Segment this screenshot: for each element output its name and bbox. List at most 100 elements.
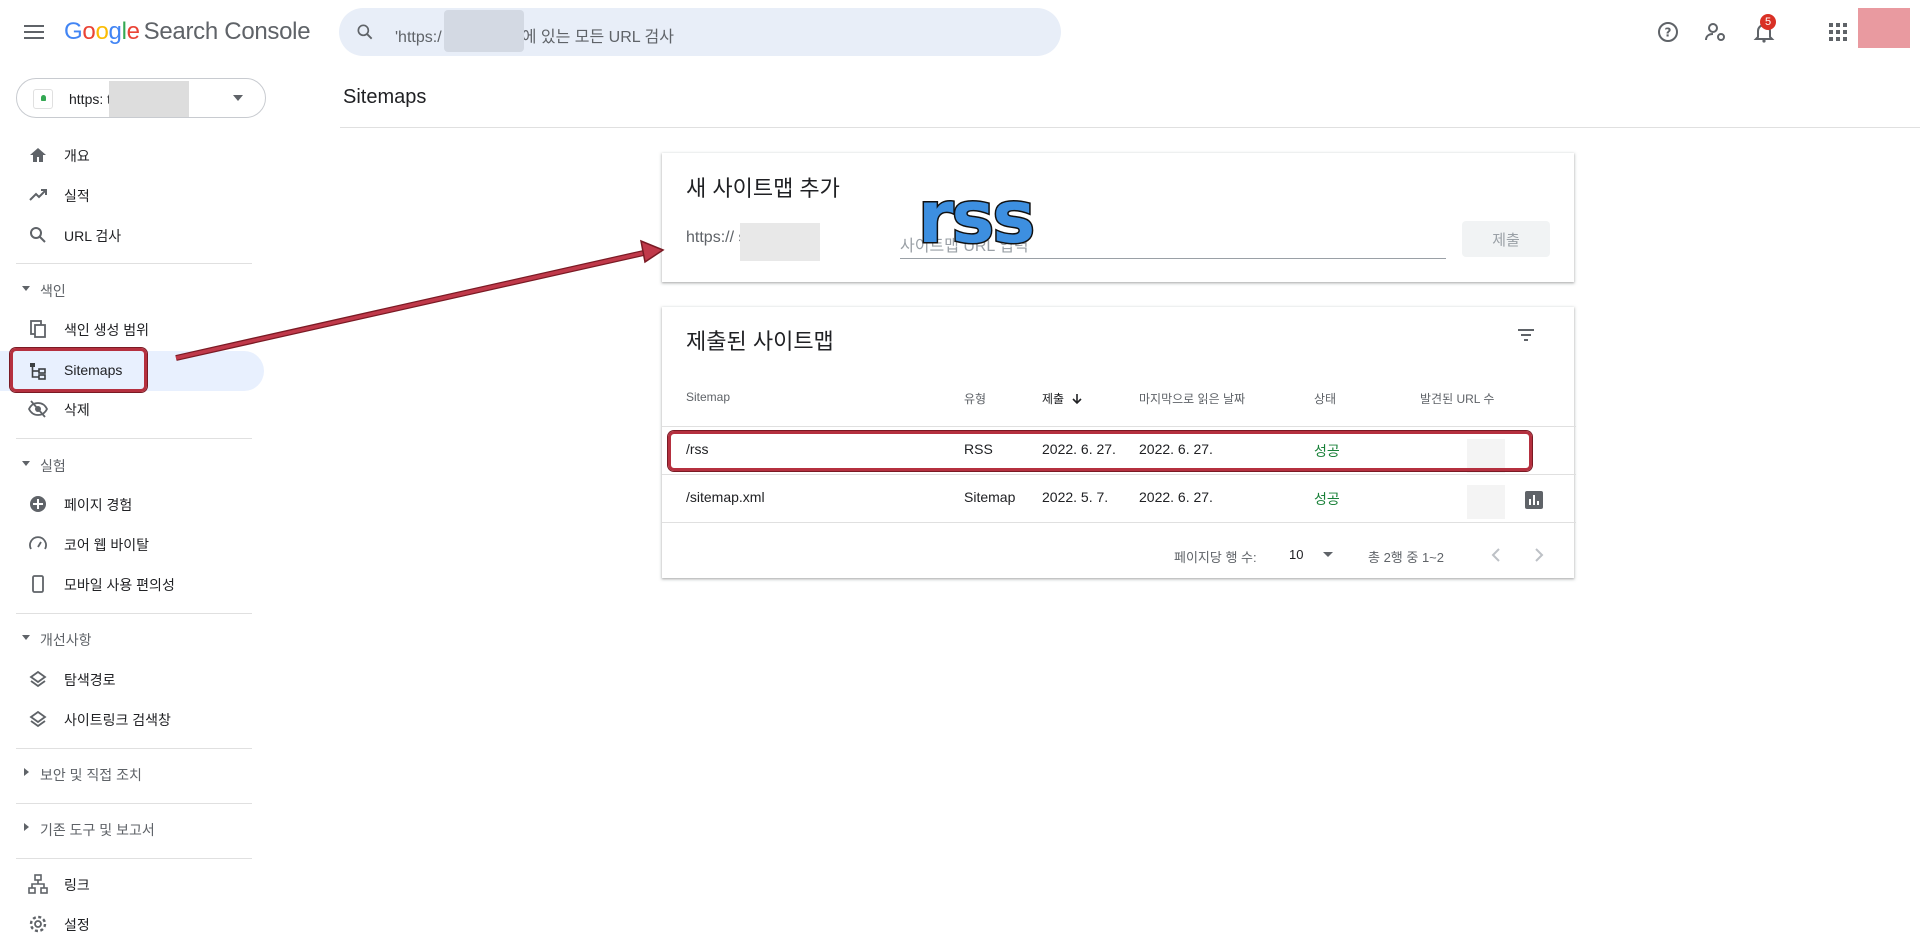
caret-right-icon [24, 768, 29, 776]
column-header-label: 제출 [1042, 392, 1065, 406]
divider [662, 474, 1576, 475]
top-app-bar: Google Search Console 'https:/ story.com/… [0, 0, 1920, 64]
logo-letter: o [95, 18, 109, 45]
chevron-left-icon[interactable] [1484, 543, 1508, 567]
chevron-down-icon [233, 95, 243, 101]
sidebar-item-coverage[interactable]: 색인 생성 범위 [16, 309, 264, 349]
card-title: 제출된 사이트맵 [686, 329, 834, 354]
rows-per-page-value: 10 [1289, 547, 1304, 562]
chevron-right-icon[interactable] [1527, 543, 1551, 567]
logo-letter: e [126, 18, 140, 45]
hamburger-menu-icon[interactable] [20, 18, 48, 46]
avatar[interactable] [1858, 8, 1910, 48]
card-title: 새 사이트맵 추가 [686, 176, 840, 201]
section-label: 실험 [40, 458, 66, 474]
rows-per-page-label: 페이지당 행 수: [1174, 550, 1257, 565]
logo-letter: o [82, 18, 96, 45]
caret-down-icon [22, 635, 30, 640]
sidebar-item-settings[interactable]: 설정 [16, 904, 264, 944]
sidebar-item-label: 페이지 경험 [64, 497, 133, 513]
chevron-down-icon [1323, 552, 1334, 557]
sidebar-item-mobile-usability[interactable]: 모바일 사용 편의성 [16, 564, 264, 604]
sidebar-item-links[interactable]: 링크 [16, 864, 264, 904]
apps-grid-icon[interactable] [1818, 12, 1858, 52]
layers-icon [29, 710, 47, 728]
notification-badge: 5 [1760, 14, 1776, 30]
sidebar-item-overview[interactable]: 개요 [16, 135, 264, 175]
property-selector[interactable]: https: to... [16, 78, 266, 118]
redacted-area [444, 10, 524, 52]
sidebar-item-page-experience[interactable]: 페이지 경험 [16, 484, 264, 524]
divider [16, 438, 252, 439]
speed-gauge-icon [29, 536, 47, 550]
page-title: Sitemaps [343, 86, 427, 108]
product-name: Search Console [143, 18, 311, 45]
home-icon [30, 148, 46, 162]
redacted-area [109, 81, 189, 117]
sidebar-item-label: 색인 생성 범위 [64, 322, 150, 338]
section-label: 개선사항 [40, 632, 92, 648]
divider [662, 426, 1576, 427]
redacted-area [1467, 485, 1505, 519]
sidebar-item-label: 개요 [64, 148, 90, 164]
sidebar-item-url-inspection[interactable]: URL 검사 [16, 215, 264, 255]
divider [16, 263, 252, 264]
divider [662, 522, 1576, 523]
divider [340, 127, 1920, 128]
column-header-status[interactable]: 상태 [1314, 390, 1336, 407]
sidebar-item-label: URL 검사 [64, 228, 122, 244]
sidebar-item-breadcrumbs[interactable]: 탐색경로 [16, 659, 264, 699]
last-read-date: 2022. 6. 27. [1139, 489, 1213, 505]
visibility-off-icon [28, 400, 48, 418]
logo-letter: g [108, 18, 122, 45]
annotation-highlight-rss-row [668, 431, 1532, 471]
trending-up-icon [29, 189, 47, 201]
search-input[interactable]: 'https:/ story.com/'에 있는 모든 URL 검사 [395, 23, 674, 47]
submitted-date: 2022. 5. 7. [1042, 489, 1109, 505]
search-icon [30, 227, 46, 243]
links-tree-icon [28, 874, 48, 894]
sidebar-item-sitelinks-searchbox[interactable]: 사이트링크 검색창 [16, 699, 264, 739]
filter-icon[interactable] [1516, 325, 1536, 345]
section-label: 기존 도구 및 보고서 [40, 822, 155, 838]
section-label: 보안 및 직접 조치 [40, 767, 142, 783]
column-header-type[interactable]: 유형 [964, 390, 986, 407]
help-icon[interactable]: ? [1648, 12, 1688, 52]
redacted-area [740, 223, 820, 261]
sidebar-item-label: 코어 웹 바이탈 [64, 537, 150, 553]
svg-text:?: ? [1665, 26, 1672, 40]
sidebar-item-label: 모바일 사용 편의성 [64, 577, 175, 593]
divider [16, 748, 252, 749]
annotation-highlight-sitemaps [10, 348, 147, 392]
caret-right-icon [24, 823, 29, 831]
gear-icon [29, 915, 47, 933]
sitemap-type: Sitemap [964, 489, 1016, 505]
sidebar-item-label: 설정 [64, 917, 90, 933]
column-header-submitted[interactable]: 제출 [1042, 390, 1083, 407]
column-header-sitemap[interactable]: Sitemap [686, 390, 730, 404]
divider [16, 613, 252, 614]
caret-down-icon [22, 461, 30, 466]
layers-icon [29, 670, 47, 688]
sidebar-item-label: 사이트링크 검색창 [64, 712, 171, 728]
sidebar-item-label: 탐색경로 [64, 672, 116, 688]
sidebar-item-label: 링크 [64, 877, 90, 893]
sidebar-item-removals[interactable]: 삭제 [16, 389, 264, 429]
rows-per-page-select[interactable]: 10 [1289, 547, 1334, 562]
logo-letter: G [64, 18, 83, 45]
submit-button[interactable]: 제출 [1462, 221, 1550, 257]
bar-chart-icon[interactable] [1525, 491, 1543, 509]
pagination-range: 총 2행 중 1~2 [1368, 550, 1444, 565]
app-logo[interactable]: Google Search Console [64, 18, 311, 46]
column-header-last-read[interactable]: 마지막으로 읽은 날짜 [1139, 390, 1245, 407]
smartphone-icon [32, 575, 44, 593]
manage-users-icon[interactable] [1696, 12, 1736, 52]
caret-down-icon [22, 286, 30, 291]
divider [16, 803, 252, 804]
copy-pages-icon [30, 320, 46, 338]
search-icon [357, 24, 373, 40]
sidebar-item-core-web-vitals[interactable]: 코어 웹 바이탈 [16, 524, 264, 564]
column-header-discovered-urls[interactable]: 발견된 URL 수 [1420, 390, 1494, 407]
arrow-down-icon [1072, 394, 1083, 405]
sidebar-item-performance[interactable]: 실적 [16, 175, 264, 215]
